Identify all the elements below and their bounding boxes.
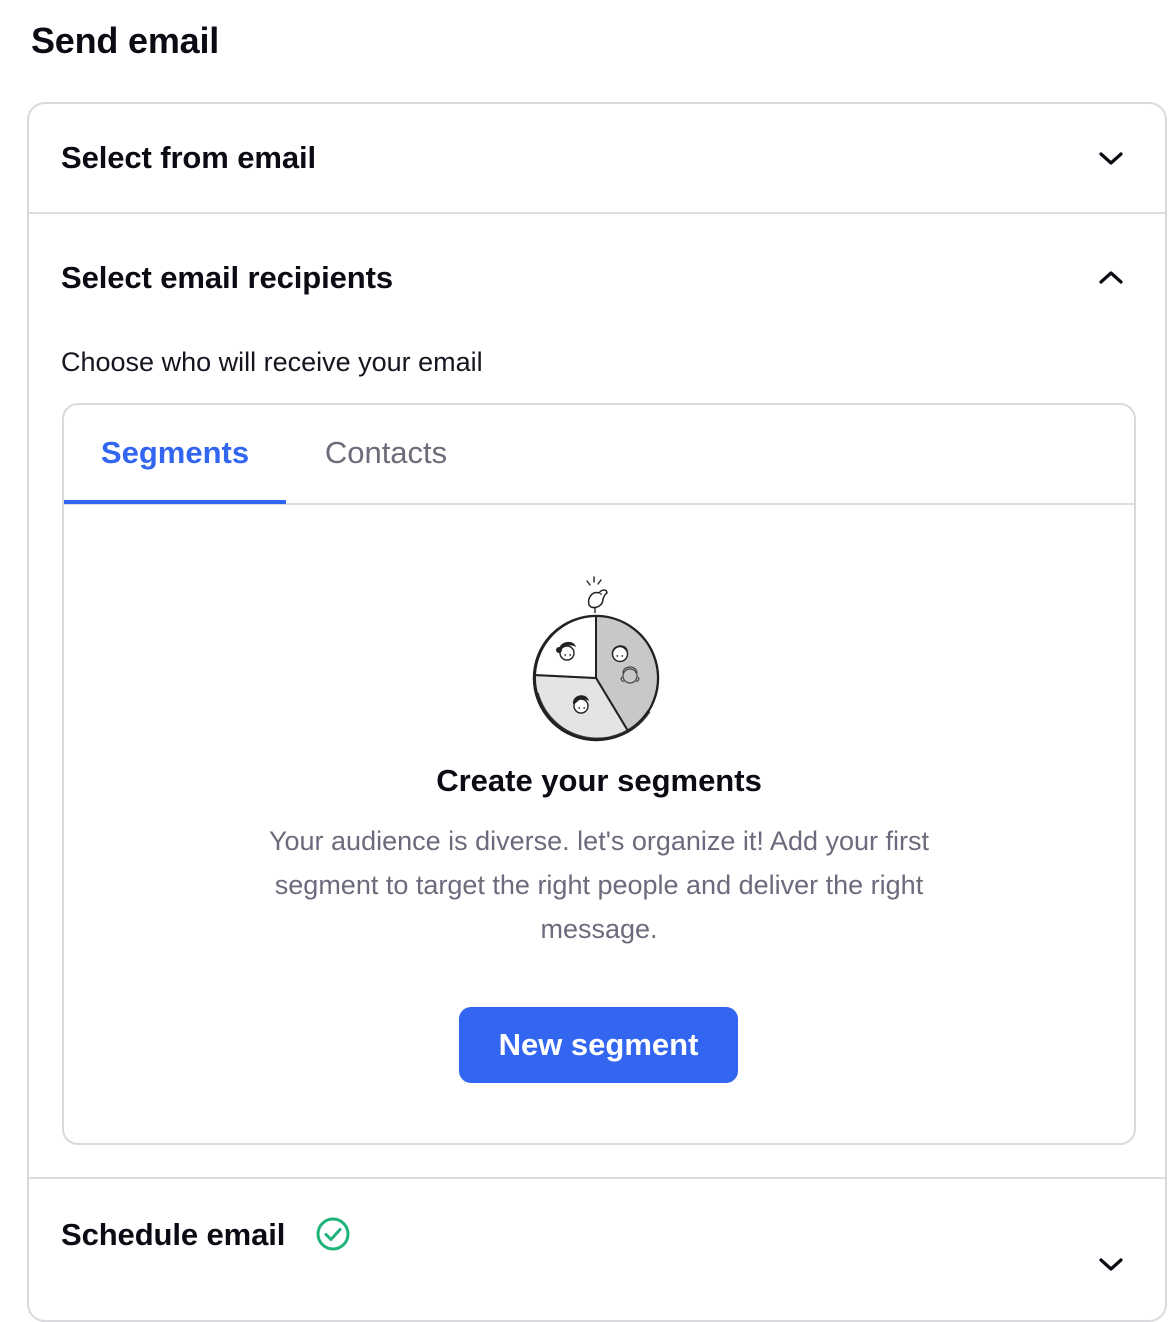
new-segment-button[interactable]: New segment: [459, 1007, 738, 1083]
check-circle-icon: [316, 1217, 350, 1251]
chevron-up-icon[interactable]: [1096, 263, 1126, 293]
segments-pie-illustration: [532, 576, 660, 742]
tab-segments[interactable]: Segments: [64, 405, 286, 504]
page-title: Send email: [31, 20, 220, 61]
tab-contacts[interactable]: Contacts: [286, 405, 486, 501]
send-email-panel: Select from email Select email recipient…: [27, 102, 1167, 1322]
section-title-from: Select from email: [61, 140, 317, 175]
empty-state-description: Your audience is diverse. let's organize…: [268, 826, 929, 944]
tab-bar: Segments Contacts: [64, 405, 1134, 505]
chevron-down-icon[interactable]: [1096, 143, 1126, 173]
select-from-email-header[interactable]: Select from email: [29, 104, 1165, 212]
chevron-down-icon[interactable]: [1096, 1249, 1126, 1279]
recipients-subtitle: Choose who will receive your email: [61, 347, 483, 377]
empty-state-title: Create your segments: [436, 763, 762, 798]
section-title-schedule: Schedule email: [61, 1217, 286, 1252]
section-title-recipients: Select email recipients: [61, 260, 393, 295]
schedule-email-header[interactable]: Schedule email: [29, 1179, 1165, 1299]
recipients-tabs-container: Segments Contacts Create your segments Y…: [62, 403, 1136, 1145]
select-email-recipients-header[interactable]: Select email recipients: [29, 214, 1165, 324]
